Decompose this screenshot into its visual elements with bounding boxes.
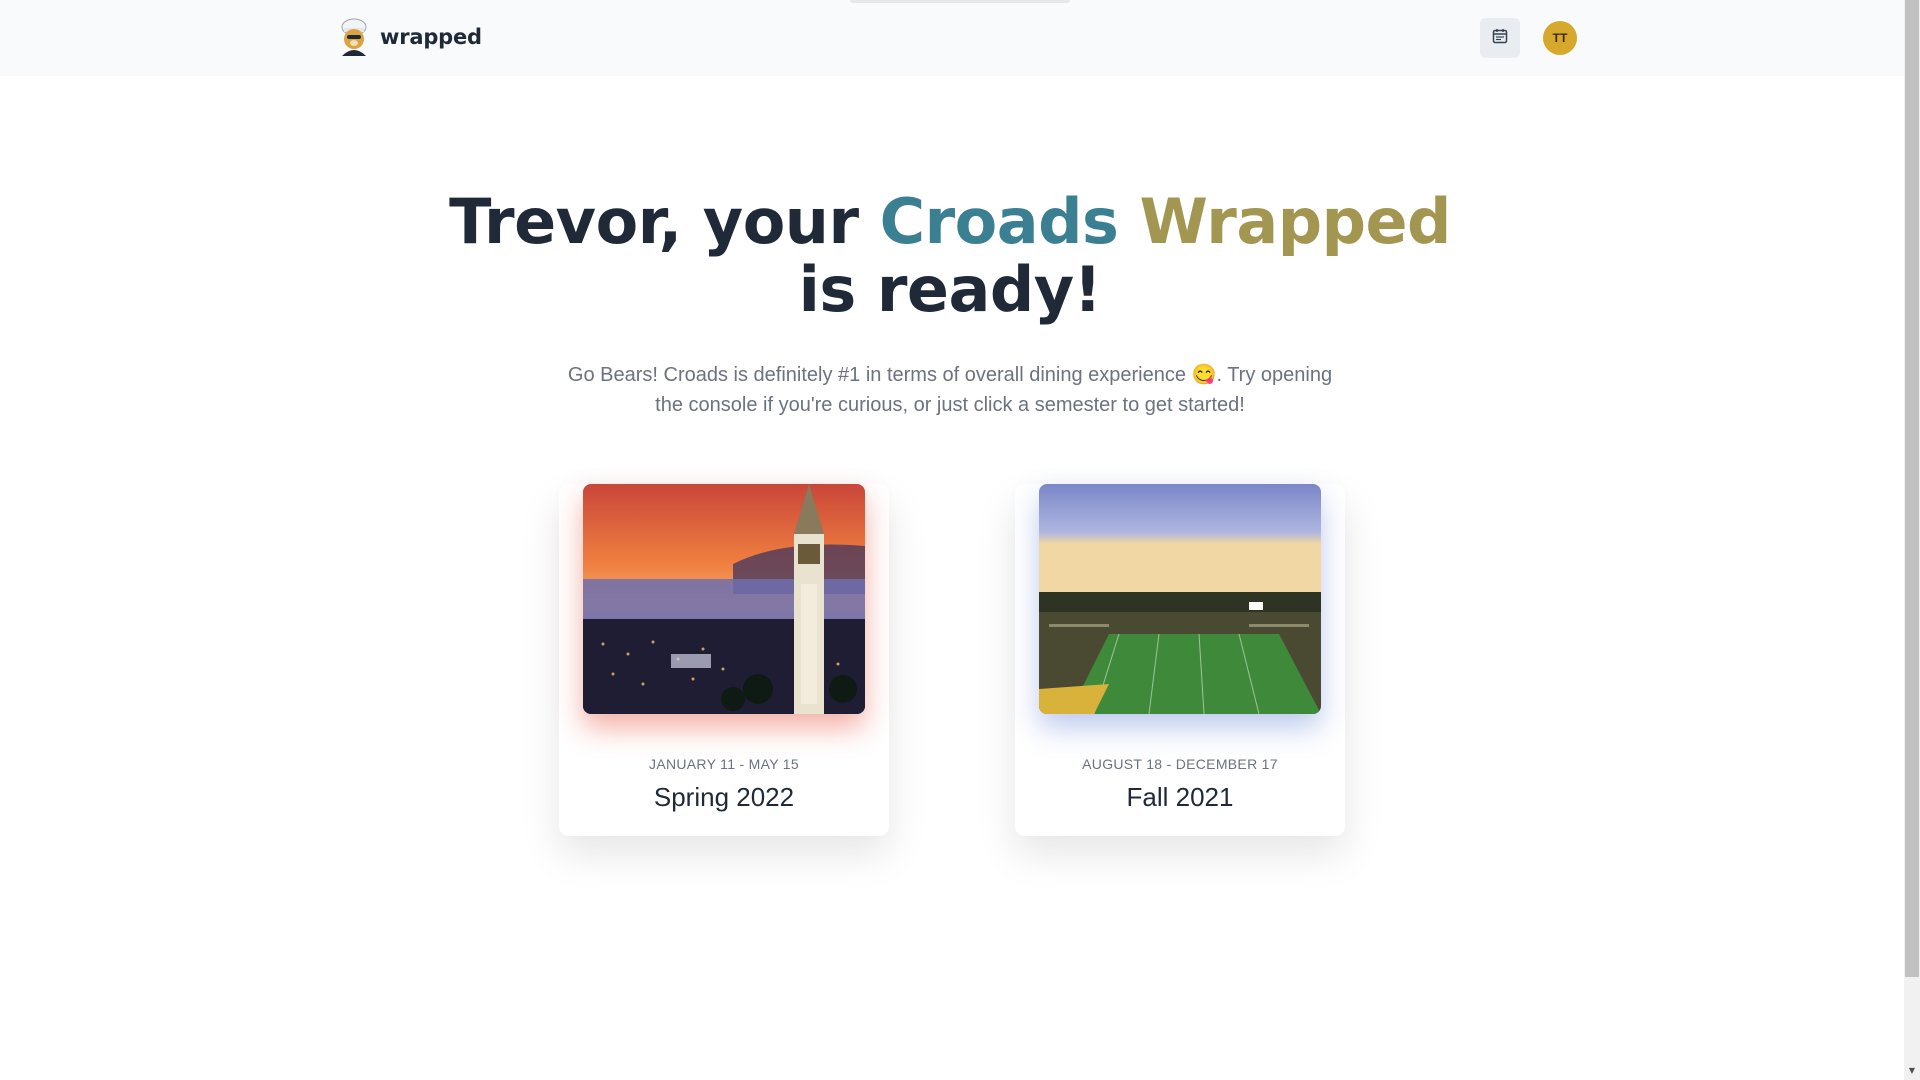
scroll-down-arrow-icon[interactable]: ▼: [1906, 1064, 1918, 1076]
page-subtitle: Go Bears! Croads is definitely #1 in ter…: [567, 364, 1333, 416]
brand-name: wrapped: [380, 25, 482, 49]
title-space: [1118, 185, 1139, 258]
title-suffix: is ready!: [798, 253, 1102, 326]
stadium-photo: [1039, 484, 1321, 714]
semester-title: Fall 2021: [1126, 782, 1234, 812]
bear-mascot-icon: [338, 18, 370, 56]
title-prefix: Trevor, your: [449, 185, 880, 258]
brand-link[interactable]: wrapped: [338, 18, 482, 56]
calendar-icon: [1492, 28, 1508, 48]
semester-card-spring-2022[interactable]: JANUARY 11 - MAY 15 Spring 2022: [559, 484, 889, 836]
title-highlight-croads: Croads: [879, 185, 1119, 258]
semester-card-fall-2021[interactable]: AUGUST 18 - DECEMBER 17 Fall 2021: [1015, 484, 1345, 836]
user-avatar[interactable]: TT: [1543, 21, 1577, 55]
scrollbar-thumb[interactable]: [1905, 0, 1919, 977]
semester-dates: AUGUST 18 - DECEMBER 17: [1082, 756, 1278, 772]
campanile-sunset-photo: [583, 484, 865, 714]
page: wrapped TT Trevor, your Croads Wrapped i…: [0, 0, 1920, 1080]
calendar-button[interactable]: [1480, 18, 1520, 58]
page-title: Trevor, your Croads Wrapped is ready!: [440, 188, 1460, 324]
semester-dates: JANUARY 11 - MAY 15: [649, 756, 799, 772]
nav-top-pill: [850, 0, 1070, 3]
title-highlight-wrapped: Wrapped: [1139, 185, 1452, 258]
semester-title: Spring 2022: [653, 782, 795, 812]
top-navbar: wrapped TT: [0, 0, 1904, 76]
